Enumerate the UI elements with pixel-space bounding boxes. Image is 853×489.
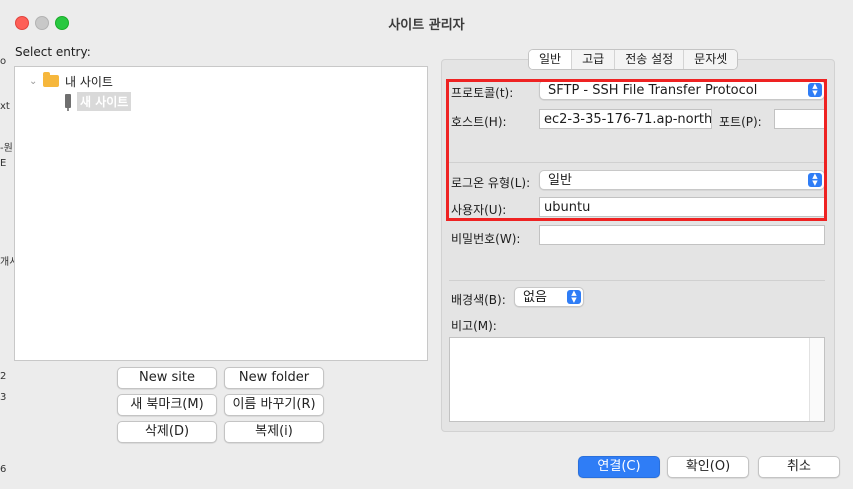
new-site-button[interactable]: New site [117, 367, 217, 389]
background-fragment: 6 [0, 464, 7, 475]
comments-label: 비고(M): [451, 319, 497, 333]
folder-icon [43, 72, 59, 87]
tree-item-new-site[interactable]: 새 사이트 [65, 91, 132, 111]
title-bar: 사이트 관리자 [0, 0, 853, 40]
background-fragment: -원 [0, 143, 13, 154]
background-fragment: 2 [0, 371, 7, 382]
comments-scrollbar[interactable] [809, 338, 824, 421]
delete-button[interactable]: 삭제(D) [117, 421, 217, 443]
chevron-down-icon[interactable]: ⌄ [29, 76, 43, 87]
select-entry-label: Select entry: [15, 45, 91, 59]
new-folder-button[interactable]: New folder [224, 367, 324, 389]
cancel-button[interactable]: 취소 [758, 456, 840, 478]
new-bookmark-button[interactable]: 새 북마크(M) [117, 394, 217, 416]
server-icon [65, 94, 71, 111]
tree-item-label: 새 사이트 [77, 91, 132, 111]
background-fragment: 3 [0, 392, 7, 403]
comments-textarea[interactable] [449, 337, 825, 422]
tab-transfer-settings[interactable]: 전송 설정 [614, 50, 684, 69]
background-color-select[interactable]: 없음 ▲ ▼ [514, 287, 584, 307]
background-fragment: o [0, 56, 7, 67]
connect-button[interactable]: 연결(C) [578, 456, 660, 478]
rename-button[interactable]: 이름 바꾸기(R) [224, 394, 324, 416]
duplicate-button[interactable]: 복제(i) [224, 421, 324, 443]
tab-bar: 일반 고급 전송 설정 문자셋 [528, 49, 739, 70]
tab-charset[interactable]: 문자셋 [683, 50, 738, 69]
password-input[interactable] [539, 225, 825, 245]
background-fragment: xt [0, 101, 10, 112]
select-stepper-icon: ▲ ▼ [567, 290, 581, 304]
tab-general[interactable]: 일반 [529, 50, 572, 69]
window-title: 사이트 관리자 [388, 18, 465, 33]
tab-advanced[interactable]: 고급 [571, 50, 615, 69]
tree-item-my-sites[interactable]: ⌄ 내 사이트 [29, 72, 113, 90]
ok-button[interactable]: 확인(O) [667, 456, 749, 478]
divider [449, 280, 825, 281]
tree-item-label: 내 사이트 [65, 74, 113, 89]
highlight-box [446, 79, 827, 221]
background-color-value: 없음 [523, 290, 547, 305]
password-label: 비밀번호(W): [451, 232, 521, 246]
background-fragment: E [0, 158, 7, 169]
background-color-label: 배경색(B): [451, 293, 506, 307]
site-tree[interactable]: ⌄ 내 사이트 새 사이트 [14, 66, 428, 361]
